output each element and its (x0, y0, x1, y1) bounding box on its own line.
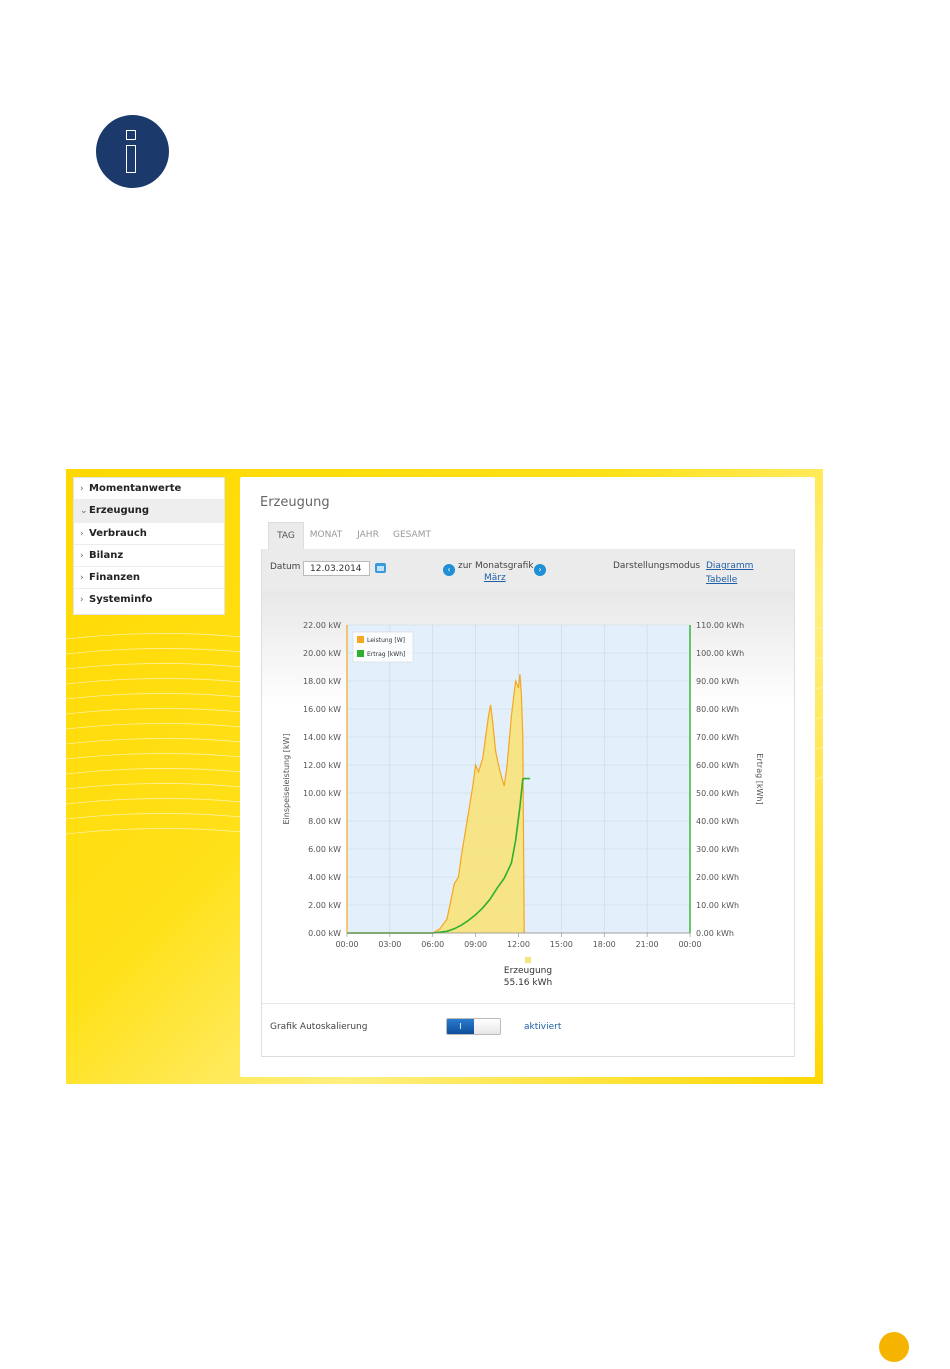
chevron-right-icon: › (80, 528, 84, 539)
info-icon (96, 115, 169, 188)
y2-tick-label: 60.00 kWh (696, 761, 739, 770)
x-tick-label: 03:00 (378, 940, 401, 949)
y-tick-label: 6.00 kW (308, 845, 341, 854)
sidebar: › Momentanwerte ⌄Erzeugung › Verbrauch › Bi… (73, 477, 225, 615)
x-tick-label: 00:00 (335, 940, 358, 949)
sidebar-item-bilanz[interactable]: › Bilanz (74, 545, 224, 568)
info-icon-dot (126, 130, 136, 140)
legend-swatch-power (357, 636, 364, 643)
month-nav-label: zur Monatsgrafik (458, 561, 534, 571)
y-tick-label: 2.00 kW (308, 901, 341, 910)
sidebar-item-label: Finanzen (89, 572, 140, 584)
sidebar-item-systeminfo[interactable]: › Systeminfo (74, 589, 224, 611)
chevron-right-icon: › (80, 484, 84, 494)
y-tick-label: 12.00 kW (303, 761, 341, 770)
y2-axis-title: Ertrag [kWh] (755, 753, 764, 804)
table-link[interactable]: Tabelle (706, 575, 737, 585)
sidebar-item-label: Bilanz (89, 549, 124, 561)
x-tick-label: 15:00 (550, 940, 573, 949)
sidebar-item-label: Momentanwerte (89, 483, 182, 494)
summary-swatch (525, 957, 531, 963)
chevron-right-icon: › (80, 595, 84, 606)
diagram-link[interactable]: Diagramm (706, 561, 753, 571)
sidebar-item-label: Systeminfo (89, 594, 153, 606)
y-tick-label: 10.00 kW (303, 789, 341, 798)
production-chart: 0.00 kW 2.00 kW 4.00 kW 6.00 kW 8.00 kW 10.00… (282, 621, 764, 988)
tab-tag[interactable]: TAG (268, 522, 304, 549)
sidebar-item-momentanwerte[interactable]: › Momentanwerte (74, 478, 224, 501)
y2-tick-label: 0.00 kWh (696, 929, 734, 938)
y2-tick-label: 80.00 kWh (696, 705, 739, 714)
sidebar-item-label: Verbrauch (89, 527, 147, 539)
y-axis-title: Einspeiseleistung [kW] (282, 733, 291, 824)
y-tick-label: 0.00 kW (308, 929, 341, 938)
date-label: Datum (270, 562, 301, 572)
y2-tick-label: 20.00 kWh (696, 873, 739, 882)
page-title: Erzeugung (260, 495, 330, 510)
y2-tick-label: 70.00 kWh (696, 733, 739, 742)
sidebar-item-finanzen[interactable]: › Finanzen (74, 567, 224, 590)
chevron-right-icon: › (80, 573, 84, 584)
x-tick-label: 09:00 (464, 940, 487, 949)
y2-tick-label: 90.00 kWh (696, 677, 739, 686)
y-tick-label: 18.00 kW (303, 677, 341, 686)
y2-tick-label: 10.00 kWh (696, 901, 739, 910)
prev-arrow-icon[interactable]: ‹ (443, 564, 455, 576)
sidebar-item-erzeugung[interactable]: ⌄Erzeugung (74, 500, 224, 523)
y2-tick-label: 50.00 kWh (696, 789, 739, 798)
tab-gesamt[interactable]: GESAMT (390, 522, 434, 549)
y2-tick-label: 40.00 kWh (696, 817, 739, 826)
chevron-right-icon: › (80, 550, 84, 561)
calendar-icon[interactable] (375, 563, 386, 573)
legend-label-yield: Ertrag [kWh] (367, 651, 405, 658)
display-mode-label: Darstellungsmodus (613, 561, 701, 571)
y-tick-label: 8.00 kW (308, 817, 341, 826)
y-tick-label: 4.00 kW (308, 873, 341, 882)
tab-monat[interactable]: MONAT (306, 522, 346, 549)
x-tick-label: 12:00 (507, 940, 530, 949)
y2-tick-label: 30.00 kWh (696, 845, 739, 854)
x-tick-label: 00:00 (678, 940, 701, 949)
x-tick-label: 21:00 (636, 940, 659, 949)
summary-label: Erzeugung (504, 966, 552, 976)
tab-jahr[interactable]: JAHR (350, 522, 386, 549)
x-tick-label: 18:00 (593, 940, 616, 949)
autoscale-toggle[interactable]: I (446, 1018, 501, 1035)
sidebar-item-label: Erzeugung (89, 505, 150, 517)
y2-tick-label: 100.00 kWh (696, 649, 744, 658)
y-tick-label: 14.00 kW (303, 733, 341, 742)
date-input[interactable] (303, 561, 370, 576)
next-arrow-icon[interactable]: › (534, 564, 546, 576)
x-tick-label: 06:00 (421, 940, 444, 949)
legend-label-power: Leistung [W] (367, 637, 405, 644)
y-tick-label: 22.00 kW (303, 621, 341, 630)
autoscale-label: Grafik Autoskalierung (270, 1022, 368, 1032)
page-marker (879, 1332, 909, 1362)
sidebar-item-verbrauch[interactable]: › Verbrauch (74, 523, 224, 545)
info-icon-bar (126, 145, 136, 173)
chevron-down-icon: ⌄ (80, 506, 88, 517)
autoscale-status: aktiviert (524, 1022, 562, 1032)
summary-value: 55.16 kWh (504, 978, 552, 988)
y-tick-label: 20.00 kW (303, 649, 341, 658)
month-link[interactable]: März (484, 573, 506, 583)
toggle-on-state: I (447, 1019, 474, 1034)
legend-swatch-yield (357, 650, 364, 657)
y2-tick-label: 110.00 kWh (696, 621, 744, 630)
y-tick-label: 16.00 kW (303, 705, 341, 714)
